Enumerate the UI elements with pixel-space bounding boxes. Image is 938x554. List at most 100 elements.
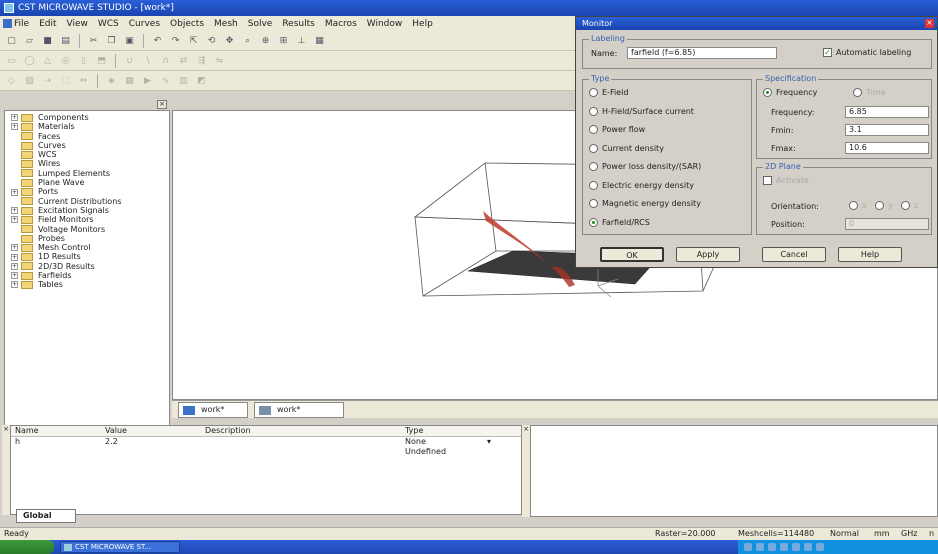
type-radio[interactable]: Electric energy density (589, 180, 694, 190)
type-radio[interactable]: Farfield/RCS (589, 217, 650, 227)
tray-icon[interactable] (792, 543, 800, 551)
menu-file[interactable]: File (14, 19, 29, 29)
tree-item[interactable]: + Components (5, 113, 169, 122)
taskbar-app-item[interactable]: CST MICROWAVE ST... (60, 541, 180, 553)
open-file-icon[interactable]: ▱ (22, 34, 37, 48)
monitor-name-field[interactable]: farfield (f=6.85) (627, 47, 777, 59)
sphere-icon[interactable]: ◯ (22, 54, 37, 68)
frequency-radio[interactable]: Frequency (763, 88, 817, 97)
col-type-header[interactable]: Type (401, 426, 501, 436)
menu-window[interactable]: Window (367, 19, 403, 29)
menu-macros[interactable]: Macros (325, 19, 357, 29)
menu-results[interactable]: Results (282, 19, 315, 29)
brick-icon[interactable]: ▭ (4, 54, 19, 68)
waveguide-port-icon[interactable]: ▨ (22, 74, 37, 88)
dropdown-arrow-icon[interactable]: ▾ (487, 437, 491, 447)
mesh-icon[interactable]: ▦ (122, 74, 137, 88)
param-value[interactable]: 2.2 (101, 437, 201, 447)
param-name[interactable] (11, 447, 101, 457)
tree-item[interactable]: + Field Monitors (5, 215, 169, 224)
menu-edit[interactable]: Edit (39, 19, 56, 29)
menu-objects[interactable]: Objects (170, 19, 204, 29)
tree-item[interactable]: Faces (5, 132, 169, 141)
type-radio[interactable]: Power flow (589, 125, 645, 134)
frequency-input[interactable]: 6.85 (845, 106, 929, 118)
new-file-icon[interactable]: ▢ (4, 34, 19, 48)
boolean-intersect-icon[interactable]: ∩ (158, 54, 173, 68)
expand-icon[interactable]: + (11, 216, 18, 224)
tree-item[interactable]: Lumped Elements (5, 169, 169, 178)
type-radio[interactable]: H-Field/Surface current (589, 106, 694, 116)
expand-icon[interactable]: + (11, 262, 18, 270)
tray-icon[interactable] (804, 543, 812, 551)
expand-icon[interactable]: + (11, 188, 18, 196)
pick-icon[interactable]: ⇱ (186, 34, 201, 48)
type-radio[interactable]: E-Field (589, 88, 628, 97)
fmax-input[interactable]: 10.6 (845, 142, 929, 154)
save-icon[interactable]: ■ (40, 34, 55, 48)
tree-item[interactable]: Plane Wave (5, 178, 169, 187)
result-3d-icon[interactable]: ◩ (194, 74, 209, 88)
dialog-title-bar[interactable]: Monitor × (576, 17, 937, 30)
solver-icon[interactable]: ▶ (140, 74, 155, 88)
tab-work-3d[interactable]: work* (178, 402, 248, 418)
automatic-labeling-checkbox[interactable]: ✓ Automatic labeling (823, 48, 911, 57)
param-description[interactable] (201, 437, 401, 447)
position-input[interactable]: 0 (845, 218, 929, 230)
zoom-in-icon[interactable]: ⊕ (258, 34, 273, 48)
tree-item[interactable]: Wires (5, 159, 169, 168)
pan-icon[interactable]: ✥ (222, 34, 237, 48)
zoom-icon[interactable]: ⌕ (240, 34, 255, 48)
result-2d-icon[interactable]: ▥ (176, 74, 191, 88)
time-radio[interactable]: Time (853, 88, 886, 97)
undo-icon[interactable]: ↶ (150, 34, 165, 48)
tray-icon[interactable] (744, 543, 752, 551)
type-radio[interactable]: Power loss density/(SAR) (589, 162, 701, 171)
expand-icon[interactable]: + (11, 123, 18, 131)
start-button[interactable] (0, 540, 54, 554)
tab-global[interactable]: Global (16, 509, 76, 523)
redo-icon[interactable]: ↷ (168, 34, 183, 48)
message-panel-handle[interactable]: × (522, 425, 530, 517)
symmetry-icon[interactable]: ⇔ (76, 74, 91, 88)
mirror-icon[interactable]: ⇋ (212, 54, 227, 68)
param-value[interactable] (101, 447, 201, 457)
expand-icon[interactable]: + (11, 253, 18, 261)
tree-item[interactable]: + Mesh Control (5, 243, 169, 252)
menu-help[interactable]: Help (412, 19, 433, 29)
orientation-z-radio[interactable]: z (901, 201, 918, 210)
param-type-option[interactable]: Undefined (401, 447, 501, 457)
copy-icon[interactable]: ❐ (104, 34, 119, 48)
zoom-fit-icon[interactable]: ⊞ (276, 34, 291, 48)
discrete-port-icon[interactable]: ⇢ (40, 74, 55, 88)
close-icon[interactable]: × (925, 19, 934, 28)
cancel-button[interactable]: Cancel (762, 247, 826, 262)
paste-icon[interactable]: ▣ (122, 34, 137, 48)
cylinder-icon[interactable]: ▯ (76, 54, 91, 68)
expand-icon[interactable]: + (11, 207, 18, 215)
tree-item[interactable]: +2D/3D Results (5, 262, 169, 271)
port-icon[interactable]: ◇ (4, 74, 19, 88)
tree-item[interactable]: Voltage Monitors (5, 225, 169, 234)
expand-icon[interactable]: + (11, 114, 18, 122)
align-icon[interactable]: ⇶ (194, 54, 209, 68)
menu-wcs[interactable]: WCS (98, 19, 119, 29)
tab-work-schematic[interactable]: work* (254, 402, 344, 418)
tree-item[interactable]: Curves (5, 141, 169, 150)
close-icon[interactable]: × (157, 100, 167, 109)
param-description[interactable] (201, 447, 401, 457)
print-icon[interactable]: ▤ (58, 34, 73, 48)
param-name[interactable]: h (11, 437, 101, 447)
rotate-icon[interactable]: ⟲ (204, 34, 219, 48)
type-radio[interactable]: Magnetic energy density (589, 199, 701, 208)
boolean-add-icon[interactable]: ∪ (122, 54, 137, 68)
tree-item[interactable]: + Tables (5, 280, 169, 289)
table-row[interactable]: Undefined (11, 447, 521, 457)
orientation-x-radio[interactable]: x (849, 201, 867, 210)
tree-item[interactable]: Current Distributions (5, 197, 169, 206)
cone-icon[interactable]: △ (40, 54, 55, 68)
tree-item[interactable]: +1D Results (5, 252, 169, 261)
tree-item[interactable]: Probes (5, 234, 169, 243)
grid-icon[interactable]: ▦ (312, 34, 327, 48)
type-radio[interactable]: Current density (589, 143, 664, 153)
